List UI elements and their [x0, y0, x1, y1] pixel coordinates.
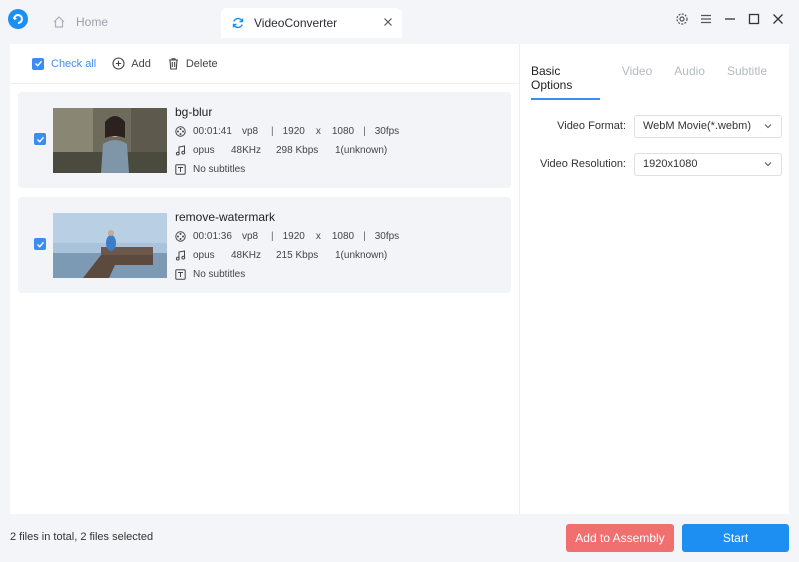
maximize-icon[interactable]: [747, 12, 761, 26]
tab-video-converter-label: VideoConverter: [254, 16, 338, 30]
file-count-status: 2 files in total, 2 files selected: [10, 531, 154, 543]
audio-codec: opus: [193, 145, 215, 156]
delete-label: Delete: [185, 57, 218, 70]
delete-button[interactable]: Delete: [167, 57, 218, 70]
main-panel: Check all Add Delete bg-blur 00:01:41 vp…: [10, 44, 789, 514]
subtitle-icon: [175, 269, 186, 280]
video-resolution-row: Video Resolution: 1920x1080: [520, 152, 790, 176]
subtitles-status: No subtitles: [193, 269, 246, 280]
file-checkbox[interactable]: [34, 238, 46, 250]
frame-rate: 30fps: [374, 231, 400, 242]
video-format-label: Video Format:: [557, 120, 626, 132]
chevron-down-icon: [763, 159, 773, 169]
settings-gear-icon[interactable]: [675, 12, 689, 26]
resolution-height: 1080: [331, 231, 355, 242]
video-info-row: 00:01:36 vp8 | 1920 x 1080 | 30fps: [175, 231, 399, 242]
audio-bitrate: 215 Kbps: [276, 250, 319, 261]
check-all-button[interactable]: Check all: [32, 57, 97, 70]
frame-rate: 30fps: [374, 126, 400, 137]
video-thumbnail: [53, 213, 167, 278]
file-item[interactable]: remove-watermark 00:01:36 vp8 | 1920 x 1…: [18, 197, 511, 293]
options-panel: Basic Options Video Audio Subtitle Video…: [519, 44, 789, 514]
audio-bitrate: 298 Kbps: [276, 145, 319, 156]
duration: 00:01:41: [193, 126, 232, 137]
video-info-row: 00:01:41 vp8 | 1920 x 1080 | 30fps: [175, 126, 399, 137]
sample-rate: 48KHz: [231, 145, 262, 156]
file-toolbar: Check all Add Delete: [10, 44, 519, 84]
resolution-width: 1920: [282, 231, 305, 242]
audio-codec: opus: [193, 250, 215, 261]
trash-icon: [167, 57, 180, 70]
subtitles-status: No subtitles: [193, 164, 246, 175]
tab-audio[interactable]: Audio: [674, 64, 705, 100]
close-window-icon[interactable]: [771, 12, 785, 26]
audio-info-row: opus 48KHz 298 Kbps 1(unknown): [175, 145, 387, 156]
title-bar: Home VideoConverter: [0, 0, 799, 44]
file-item[interactable]: bg-blur 00:01:41 vp8 | 1920 x 1080 | 30f…: [18, 92, 511, 188]
check-all-label: Check all: [51, 57, 97, 70]
add-circle-icon: [112, 57, 125, 70]
film-reel-icon: [175, 231, 186, 242]
home-icon: [52, 15, 66, 29]
add-label: Add: [131, 57, 151, 70]
video-format-value: WebM Movie(*.webm): [643, 120, 751, 132]
film-reel-icon: [175, 126, 186, 137]
chevron-down-icon: [763, 121, 773, 131]
audio-channels: 1(unknown): [335, 145, 388, 156]
video-codec: vp8: [242, 126, 259, 137]
options-tabs: Basic Options Video Audio Subtitle: [531, 64, 789, 100]
tab-video-converter[interactable]: VideoConverter: [221, 8, 402, 38]
add-to-assembly-button[interactable]: Add to Assembly: [566, 524, 674, 552]
video-codec: vp8: [242, 231, 259, 242]
video-resolution-label: Video Resolution:: [539, 158, 626, 170]
music-note-icon: [175, 145, 186, 156]
audio-info-row: opus 48KHz 215 Kbps 1(unknown): [175, 250, 387, 261]
tab-video[interactable]: Video: [622, 64, 652, 100]
video-format-select[interactable]: WebM Movie(*.webm): [634, 114, 782, 138]
start-button[interactable]: Start: [682, 524, 789, 552]
video-resolution-select[interactable]: 1920x1080: [634, 152, 782, 176]
subtitle-icon: [175, 164, 186, 175]
music-note-icon: [175, 250, 186, 261]
close-tab-icon[interactable]: [382, 16, 394, 28]
resolution-x: x: [315, 126, 321, 137]
audio-channels: 1(unknown): [335, 250, 388, 261]
tab-home-label: Home: [76, 15, 109, 29]
file-name: remove-watermark: [175, 210, 276, 224]
resolution-height: 1080: [331, 126, 355, 137]
tab-basic-options[interactable]: Basic Options: [531, 64, 600, 100]
subtitle-info-row: No subtitles: [175, 164, 245, 175]
app-logo-icon: [8, 9, 28, 29]
file-checkbox[interactable]: [34, 133, 46, 145]
video-resolution-value: 1920x1080: [643, 158, 698, 170]
tab-home[interactable]: Home: [40, 8, 216, 36]
tab-subtitle[interactable]: Subtitle: [727, 64, 767, 100]
resolution-x: x: [315, 231, 321, 242]
window-controls: [675, 12, 785, 26]
add-button[interactable]: Add: [112, 57, 151, 70]
minimize-icon[interactable]: [723, 12, 737, 26]
sample-rate: 48KHz: [231, 250, 262, 261]
refresh-icon: [231, 16, 245, 30]
video-thumbnail: [53, 108, 167, 173]
duration: 00:01:36: [193, 231, 232, 242]
video-format-row: Video Format: WebM Movie(*.webm): [520, 114, 790, 138]
check-all-checkbox[interactable]: [32, 57, 44, 70]
file-name: bg-blur: [175, 105, 213, 119]
subtitle-info-row: No subtitles: [175, 269, 245, 280]
resolution-width: 1920: [282, 126, 305, 137]
file-list-panel: Check all Add Delete bg-blur 00:01:41 vp…: [10, 44, 519, 514]
menu-icon[interactable]: [699, 12, 713, 26]
